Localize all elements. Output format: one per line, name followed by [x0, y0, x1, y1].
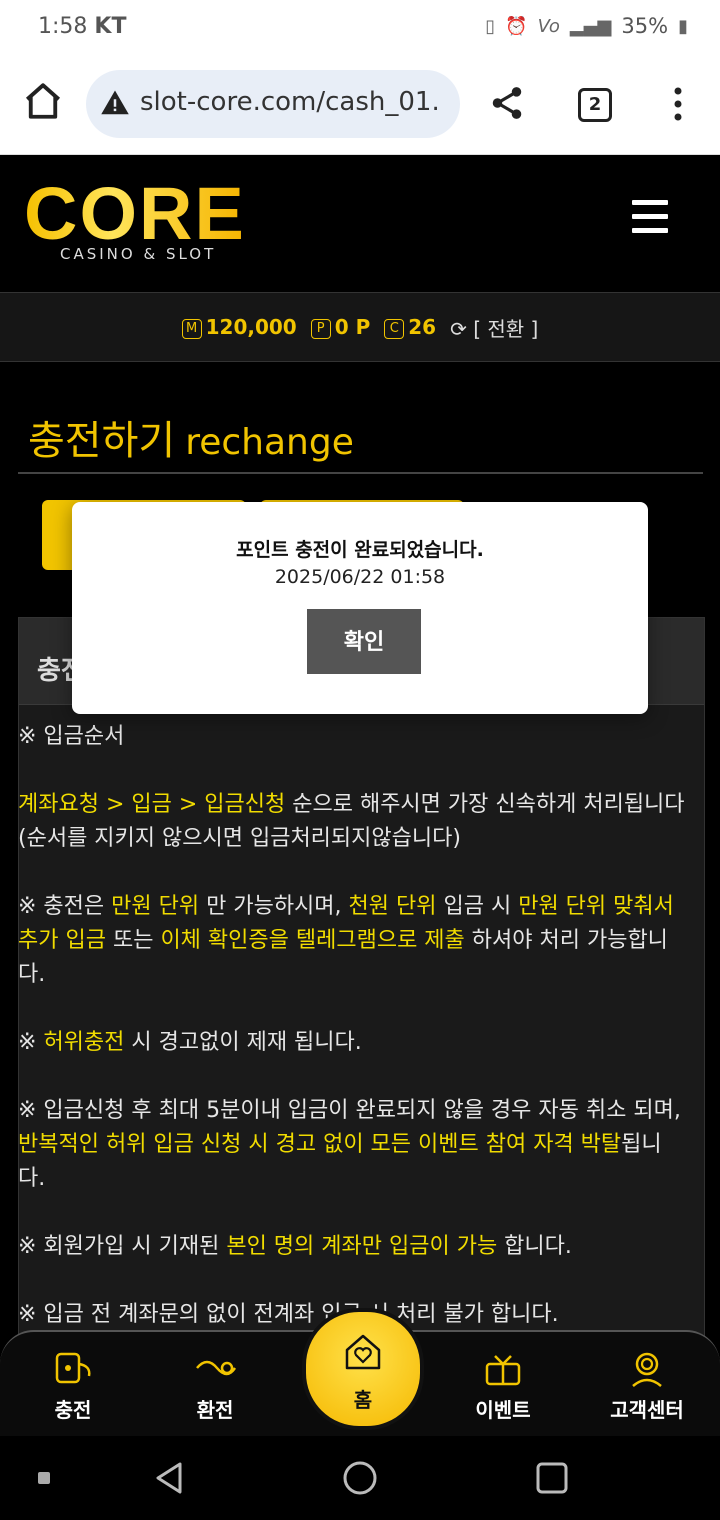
notice-order: 계좌요청 > 입금 > 입금신청 순으로 해주시면 가장 신속하게 처리됩니다 …	[18, 792, 685, 851]
status-time: 1:58 KT	[38, 14, 127, 39]
dialog-timestamp: 2025/06/22 01:58	[274, 566, 446, 588]
back-icon[interactable]	[152, 1460, 186, 1496]
battery-icon: ▮	[678, 15, 688, 37]
refresh-icon: ⟳	[450, 316, 467, 341]
coin-balance: C 26	[384, 315, 436, 339]
browser-toolbar: slot-core.com/cash_01. 2	[0, 58, 720, 155]
exchange-icon	[196, 1360, 237, 1376]
site-logo-subtitle: CASINO & SLOT	[60, 245, 217, 263]
home-icon[interactable]	[22, 80, 64, 122]
balance-bar: M 120,000 P0 P C 26 ⟳ [ 전환 ]	[0, 292, 720, 362]
notice-account: ※ 회원가입 시 기재된 본인 명의 계좌만 입금이 가능 합니다.	[18, 1234, 572, 1259]
url-text[interactable]: slot-core.com/cash_01.	[140, 87, 440, 117]
overview-icon[interactable]	[536, 1462, 568, 1494]
gift-icon	[485, 1355, 521, 1386]
money-p-icon: P	[310, 318, 331, 339]
nav-support[interactable]: 고객센터	[592, 1340, 702, 1423]
battery-percent: 35%	[621, 14, 669, 38]
notice-unit: ※ 충전은 만원 단위 만 가능하시며, 천원 단위 입금 시 만원 단위 맞춰…	[18, 894, 674, 987]
hamburger-menu-icon[interactable]	[632, 200, 668, 242]
page-title: 충전하기 rechange	[28, 418, 354, 464]
warning-icon[interactable]	[100, 88, 130, 118]
notice-content: ※ 입금순서 계좌요청 > 입금 > 입금신청 순으로 해주시면 가장 신속하게…	[18, 720, 688, 1366]
nav-charge[interactable]: 충전	[18, 1340, 128, 1423]
nav-exchange[interactable]: 환전	[160, 1340, 270, 1423]
tab-switcher-button[interactable]: 2	[578, 88, 612, 122]
title-divider	[18, 472, 703, 474]
alert-dialog: 포인트 충전이 완료되었습니다. 2025/06/22 01:58 확인	[72, 502, 648, 714]
nav-event[interactable]: 이벤트	[448, 1340, 558, 1423]
money-m-icon: M	[181, 318, 202, 339]
address-bar[interactable]: slot-core.com/cash_01.	[86, 70, 460, 138]
signal-icon: ▂▄▆	[569, 15, 612, 37]
nav-home[interactable]: 홈	[302, 1308, 424, 1430]
status-bar: 1:58 KT ▯ ⏰ Vo ▂▄▆ 35% ▮	[0, 0, 720, 58]
recents-dot-icon[interactable]	[38, 1472, 50, 1484]
home-label: 홈	[353, 1388, 373, 1412]
site-header: CORE CASINO & SLOT	[0, 155, 720, 291]
home-circle-icon[interactable]	[342, 1460, 378, 1496]
volte-icon: Vo	[537, 15, 560, 37]
notice-fake: ※ 허위충전 시 경고없이 제재 됩니다.	[18, 1030, 362, 1055]
money-balance: M 120,000	[181, 315, 297, 339]
android-nav-bar	[0, 1436, 720, 1520]
order-title: ※ 입금순서	[18, 724, 125, 749]
money-c-icon: C	[384, 318, 405, 339]
confirm-button[interactable]: 확인	[307, 609, 421, 674]
status-icons: ▯ ⏰ Vo ▂▄▆ 35% ▮	[485, 14, 688, 38]
share-icon[interactable]	[488, 84, 526, 122]
alarm-icon: ⏰	[505, 15, 528, 37]
more-menu-icon[interactable]	[668, 86, 688, 122]
convert-button[interactable]: ⟳ [ 전환 ]	[450, 313, 538, 342]
headset-icon	[632, 1352, 662, 1387]
home-heart-icon	[345, 1334, 381, 1370]
charge-icon	[55, 1352, 91, 1384]
dialog-message: 포인트 충전이 완료되었습니다.	[236, 539, 484, 561]
vibrate-icon: ▯	[485, 15, 496, 37]
point-balance: P0 P	[310, 315, 370, 339]
notice-timeout: ※ 입금신청 후 최대 5분이내 입금이 완료되지 않을 경우 자동 취소 되며…	[18, 1098, 681, 1191]
